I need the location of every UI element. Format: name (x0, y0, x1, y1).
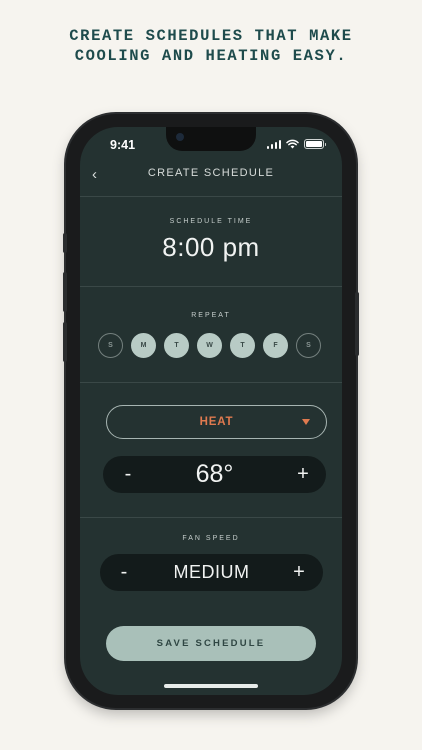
cellular-signal-icon (266, 140, 281, 149)
day-toggle-wednesday[interactable]: W (197, 333, 222, 358)
schedule-time-value[interactable]: 8:00 pm (80, 232, 342, 263)
home-indicator[interactable] (164, 684, 258, 688)
mode-value: HEAT (199, 416, 234, 428)
mode-dropdown[interactable]: HEAT (106, 405, 327, 439)
temperature-stepper: - 68° + (103, 456, 326, 493)
fan-speed-increase-button[interactable]: + (284, 554, 314, 591)
day-toggle-saturday[interactable]: S (296, 333, 321, 358)
phone-screen: 9:41 ‹ CREATE SCHEDULE SCHEDULE TIME 8:0… (80, 127, 342, 695)
caret-down-icon (302, 419, 310, 425)
day-toggle-tuesday[interactable]: T (164, 333, 189, 358)
save-schedule-button[interactable]: SAVE SCHEDULE (106, 626, 316, 661)
phone-power-button (355, 292, 359, 356)
day-toggle-thursday[interactable]: T (230, 333, 255, 358)
headline-line-1: CREATE SCHEDULES THAT MAKE (69, 27, 353, 45)
repeat-label: REPEAT (191, 312, 231, 319)
status-time: 9:41 (110, 138, 136, 152)
wifi-icon (286, 139, 299, 149)
phone-volume-down-button (63, 322, 67, 362)
page-title: CREATE SCHEDULE (147, 167, 275, 179)
phone-silent-switch (63, 233, 67, 253)
camera-icon (176, 133, 184, 141)
temperature-increase-button[interactable]: + (288, 456, 318, 493)
day-toggle-monday[interactable]: M (131, 333, 156, 358)
fan-speed-stepper: - MEDIUM + (100, 554, 323, 591)
divider (80, 382, 342, 383)
day-toggle-friday[interactable]: F (263, 333, 288, 358)
day-toggle-sunday[interactable]: S (98, 333, 123, 358)
headline-line-2: COOLING AND HEATING EASY. (74, 47, 348, 65)
repeat-days: S M T W T F S (98, 333, 321, 358)
phone-volume-up-button (63, 272, 67, 312)
divider (80, 286, 342, 287)
status-icons (266, 139, 326, 149)
notch (166, 127, 256, 151)
divider (80, 517, 342, 518)
divider (80, 196, 342, 197)
battery-icon (304, 139, 326, 149)
fan-speed-label: FAN SPEED (182, 535, 240, 542)
schedule-time-label: SCHEDULE TIME (169, 218, 253, 225)
headline: CREATE SCHEDULES THAT MAKE COOLING AND H… (0, 26, 422, 66)
